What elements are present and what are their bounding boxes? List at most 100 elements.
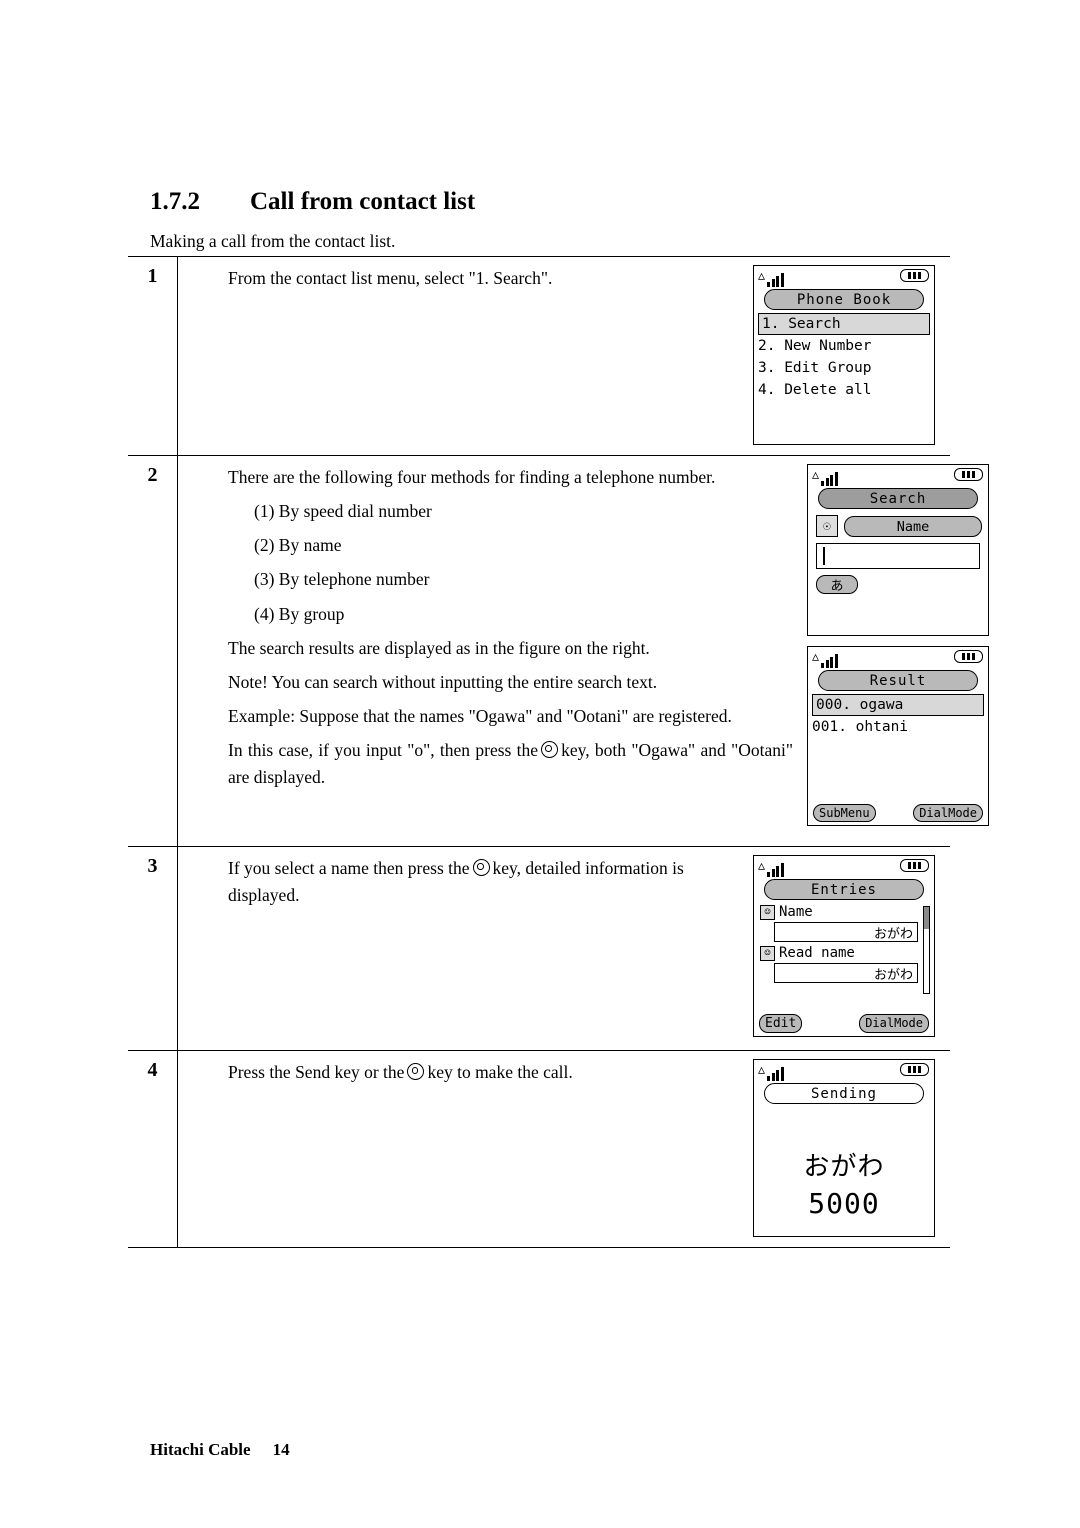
softkey-submenu[interactable]: SubMenu (813, 804, 876, 822)
text-cursor (823, 547, 825, 565)
step-number: 2 (128, 456, 178, 846)
phone-screen-result: ▵ Result 000. ogawa 001. ohtani SubMenu … (807, 646, 989, 826)
signal-bars-icon (821, 467, 839, 486)
battery-full-icon (900, 1063, 929, 1076)
battery-full-icon (900, 269, 929, 282)
field-value-text: おがわ (873, 968, 913, 983)
screen-title: Result (818, 670, 978, 691)
soft-key-bar: SubMenu DialMode (808, 804, 988, 822)
step-description: Press the Send key or the key to make the… (178, 1051, 745, 1247)
step-line: Press the Send key or the (228, 1062, 405, 1082)
signal-bars-icon (821, 649, 839, 668)
step-line: (3) By telephone number (254, 569, 430, 590)
menu-item-delete-all[interactable]: 4. Delete all (754, 379, 934, 401)
result-row-1[interactable]: 001. ohtani (808, 716, 988, 738)
menu-item-search[interactable]: 1. Search (758, 313, 930, 335)
step-line: There are the following four methods for… (228, 467, 716, 487)
page-footer: Hitachi Cable 14 (150, 1440, 290, 1460)
center-select-key-icon (407, 1063, 425, 1080)
person-icon: ☺ (760, 904, 775, 920)
intro-text: Making a call from the contact list. (150, 231, 396, 251)
step-number: 4 (128, 1051, 178, 1247)
step-line: Note! You can search without inputting t… (228, 671, 658, 692)
phone-screen-search: ▵ Search ☉ Name あ (807, 464, 989, 636)
search-input[interactable] (816, 543, 980, 569)
step-line: Example: Suppose that the names "Ogawa" … (228, 705, 732, 726)
field-value-name[interactable]: おがわ (774, 922, 918, 942)
phone-screen-sending: ▵ Sending おがわ 5000 (753, 1059, 935, 1237)
person-icon: ☺ (760, 945, 775, 961)
table-row: 3 If you select a name then press the key… (128, 846, 950, 1050)
field-value-read-name[interactable]: おがわ (774, 963, 918, 983)
status-bar: ▵ (754, 856, 934, 878)
step-description: If you select a name then press the key, … (178, 847, 745, 1050)
menu-item-new-number[interactable]: 2. New Number (754, 335, 934, 357)
signal-strength-icon: ▵ (812, 649, 820, 665)
calling-number: 5000 (808, 1187, 880, 1220)
step-line: (2) By name (254, 535, 342, 556)
field-label: Read name (779, 945, 855, 961)
field-value-text: おがわ (873, 927, 913, 942)
softkey-dialmode[interactable]: DialMode (859, 1014, 929, 1033)
step-line: In this case, if you input "o", then pre… (228, 740, 539, 760)
screen-title: Phone Book (764, 289, 924, 310)
step-description: There are the following four methods for… (178, 456, 799, 846)
scrollbar[interactable] (923, 906, 930, 994)
page-title: 1.7.2 Call from contact list (150, 188, 950, 216)
step-number: 1 (128, 257, 178, 455)
status-bar: ▵ (808, 465, 988, 487)
step-line: The search results are displayed as in t… (228, 637, 650, 658)
document-page: 1.7.2 Call from contact list Making a cal… (0, 0, 1080, 1528)
step-description: From the contact list menu, select "1. S… (178, 257, 745, 455)
signal-bars-icon (767, 1062, 785, 1081)
phone-screen-phonebook: ▵ Phone Book 1. Search 2. New Number 3. … (753, 265, 935, 445)
heading-number: 1.7.2 (150, 188, 200, 215)
heading-title: Call from contact list (250, 188, 476, 215)
result-row-0[interactable]: 000. ogawa (812, 694, 984, 716)
phone-screen-entries: ▵ Entries ☺ Name おがわ ☺ Read name おがわ Edi… (753, 855, 935, 1037)
status-bar: ▵ (808, 647, 988, 669)
phone-screenshot-cell: ▵ Search ☉ Name あ ▵ Result 000. ogawa 00… (799, 456, 1004, 846)
soft-key-bar: Edit DialMode (754, 1014, 934, 1033)
field-label-pill: Name (844, 515, 982, 537)
step-line-with-key: If you select a name then press the key, … (228, 855, 739, 909)
table-row: 2 There are the following four methods f… (128, 455, 989, 846)
signal-strength-icon: ▵ (758, 858, 766, 874)
phone-screenshot-cell: ▵ Sending おがわ 5000 (745, 1051, 950, 1247)
softkey-dialmode[interactable]: DialMode (913, 804, 983, 822)
center-select-key-icon (541, 741, 559, 758)
battery-full-icon (954, 650, 983, 663)
step-line: From the contact list menu, select "1. S… (228, 268, 553, 288)
field-label: Name (779, 904, 813, 920)
screen-title: Sending (764, 1083, 924, 1104)
battery-full-icon (900, 859, 929, 872)
battery-full-icon (954, 468, 983, 481)
status-bar: ▵ (754, 266, 934, 288)
signal-bars-icon (767, 268, 785, 287)
screen-title: Search (818, 488, 978, 509)
menu-item-edit-group[interactable]: 3. Edit Group (754, 357, 934, 379)
step-line: (4) By group (254, 603, 345, 624)
table-row: 1 From the contact list menu, select "1.… (128, 256, 950, 455)
ime-indicator: あ (816, 575, 858, 594)
phone-screenshot-cell: ▵ Entries ☺ Name おがわ ☺ Read name おがわ Edi… (745, 847, 950, 1050)
signal-strength-icon: ▵ (758, 268, 766, 284)
step-line-with-key: In this case, if you input "o", then pre… (228, 737, 793, 791)
steps-table: 1 From the contact list menu, select "1.… (128, 256, 989, 1248)
signal-bars-icon (767, 858, 785, 877)
step-line: (1) By speed dial number (254, 501, 432, 522)
signal-strength-icon: ▵ (812, 467, 820, 483)
step-line: If you select a name then press the (228, 858, 470, 878)
scrollbar-thumb[interactable] (924, 907, 929, 929)
table-row: 4 Press the Send key or the key to make t… (128, 1050, 950, 1248)
calling-name: おがわ (803, 1152, 885, 1182)
phone-screenshot-cell: ▵ Phone Book 1. Search 2. New Number 3. … (745, 257, 950, 455)
signal-strength-icon: ▵ (758, 1062, 766, 1078)
step-line: key to make the call. (427, 1062, 573, 1082)
softkey-edit[interactable]: Edit (759, 1014, 803, 1033)
person-badge-icon: ☉ (816, 515, 838, 537)
screen-title: Entries (764, 879, 924, 900)
center-select-key-icon (472, 859, 490, 876)
step-line-with-key: Press the Send key or the key to make the… (228, 1059, 739, 1086)
ime-indicator-label: あ (830, 579, 844, 594)
